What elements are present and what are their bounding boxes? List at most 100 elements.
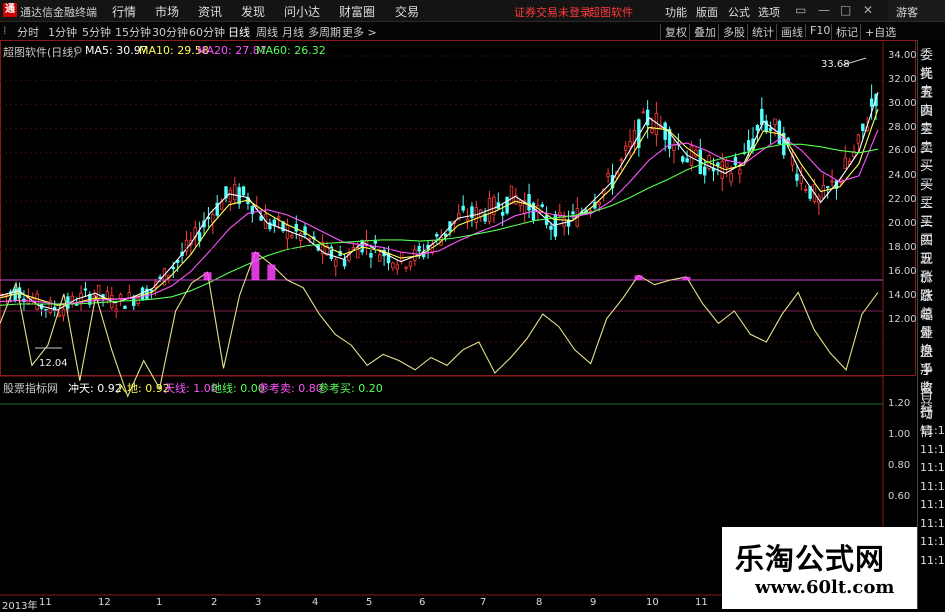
y-tick: 28.00 (888, 122, 917, 133)
candle-body (211, 214, 215, 223)
candle-body (127, 292, 132, 299)
candle-body (773, 118, 777, 125)
indicator-ref-buy: 参考买: 0.20 (318, 382, 383, 395)
menu-news[interactable]: 资讯 (198, 3, 222, 20)
date-label: 10 (646, 597, 659, 608)
candle-body (755, 125, 760, 131)
chart-area[interactable] (0, 40, 917, 609)
candle-body (61, 308, 66, 317)
indicator-chongtian: 冲天: 0.92 (68, 382, 122, 395)
tool-draw[interactable]: 画线 (776, 24, 803, 40)
indicator-title: 股票指标网 (3, 382, 58, 395)
candle-body (391, 262, 395, 269)
candle-body (395, 264, 399, 270)
tool-f10[interactable]: F10 (805, 24, 830, 37)
high-price-label: 33.68 (821, 59, 850, 70)
sub-y-tick: 1.00 (888, 429, 911, 440)
candle-body (733, 156, 738, 166)
side-time: 11:16 (920, 461, 945, 474)
menu-quotes[interactable]: 行情 (112, 3, 136, 20)
candle-body (628, 141, 632, 147)
candle-body (136, 297, 140, 304)
date-label: 2013年 (2, 601, 38, 612)
candle-body (66, 296, 70, 309)
candle-body (689, 145, 694, 166)
menu-market[interactable]: 市场 (155, 3, 179, 20)
period-15min[interactable]: 15分钟 (115, 24, 151, 40)
minimize-icon[interactable]: — (818, 3, 830, 17)
candle-body (843, 157, 847, 169)
candle-body (241, 186, 246, 196)
menu-discover[interactable]: 发现 (241, 3, 265, 20)
candle-body (290, 235, 294, 238)
candle-body (57, 314, 61, 317)
candle-body (540, 204, 544, 207)
candle-body (606, 173, 610, 177)
period-5min[interactable]: 5分钟 (82, 24, 111, 40)
date-label: 6 (419, 597, 426, 608)
app-title: 通达信金融终端 (20, 6, 97, 19)
period-multi[interactable]: 多周期 (308, 24, 341, 40)
tool-multi-stock[interactable]: 多股 (718, 24, 745, 40)
candle-body (619, 159, 623, 161)
maximize-icon[interactable]: □ (840, 3, 851, 17)
candle-body (228, 189, 233, 203)
login-warning[interactable]: 证券交易未登录 (514, 4, 591, 20)
tool-add-favorite[interactable]: +自选 (860, 24, 896, 40)
period-60min[interactable]: 60分钟 (189, 24, 225, 40)
restore-icon[interactable]: ▭ (795, 3, 806, 17)
candle-body (399, 251, 404, 262)
candle-body (500, 211, 505, 216)
peak-marker (682, 276, 691, 280)
candle-body (724, 160, 729, 168)
candle-body (369, 253, 373, 258)
sub-y-tick: 1.20 (888, 398, 911, 409)
candle-body (342, 259, 347, 267)
date-label: 1 (156, 597, 163, 608)
candle-body (140, 287, 145, 301)
candle-body (105, 291, 110, 300)
candle-body (746, 140, 751, 151)
menu-options[interactable]: 选项 (758, 4, 780, 20)
menu-layout[interactable]: 版面 (696, 4, 718, 20)
candle-body (527, 194, 531, 211)
candle-body (123, 305, 127, 309)
candle-body (672, 144, 676, 151)
tool-adjust[interactable]: 复权 (660, 24, 687, 40)
period-daily[interactable]: 日线 (228, 24, 250, 40)
date-label: 2 (211, 597, 218, 608)
menu-wealth[interactable]: 财富圈 (339, 3, 375, 20)
watermark-title: 乐淘公式网 (735, 542, 886, 576)
period-weekly[interactable]: 周线 (256, 24, 278, 40)
tool-mark[interactable]: 标记 (831, 24, 858, 40)
candle-body (685, 158, 689, 163)
candle-body (830, 180, 834, 183)
candle-body (118, 294, 123, 299)
menu-ask[interactable]: 问小达 (284, 3, 320, 20)
peak-marker (634, 275, 643, 280)
stock-name-warning[interactable]: 超图软件 (589, 4, 633, 20)
period-1min[interactable]: 1分钟 (48, 24, 77, 40)
period-monthly[interactable]: 月线 (282, 24, 304, 40)
menu-functions[interactable]: 功能 (665, 4, 687, 20)
date-label: 3 (255, 597, 262, 608)
watermark-url: www.60lt.com (755, 577, 895, 598)
candle-body (171, 267, 175, 270)
date-label: 12 (98, 597, 111, 608)
candle-body (729, 173, 733, 183)
y-tick: 14.00 (888, 290, 917, 301)
tool-overlay[interactable]: 叠加 (689, 24, 716, 40)
close-icon[interactable]: ✕ (863, 3, 873, 17)
tool-statistics[interactable]: 统计 (747, 24, 774, 40)
period-timeshare[interactable]: 分时 (17, 24, 39, 40)
indicator-dixian: 地线: 0.00 (211, 382, 265, 395)
candle-body (285, 224, 290, 240)
period-more[interactable]: 更多 > (342, 24, 377, 40)
menu-formula[interactable]: 公式 (728, 4, 750, 20)
candle-body (149, 289, 154, 292)
menu-trade[interactable]: 交易 (395, 3, 419, 20)
candle-body (334, 259, 338, 267)
sub-y-tick: 0.80 (888, 460, 911, 471)
period-30min[interactable]: 30分钟 (152, 24, 188, 40)
candle-body (276, 216, 281, 219)
